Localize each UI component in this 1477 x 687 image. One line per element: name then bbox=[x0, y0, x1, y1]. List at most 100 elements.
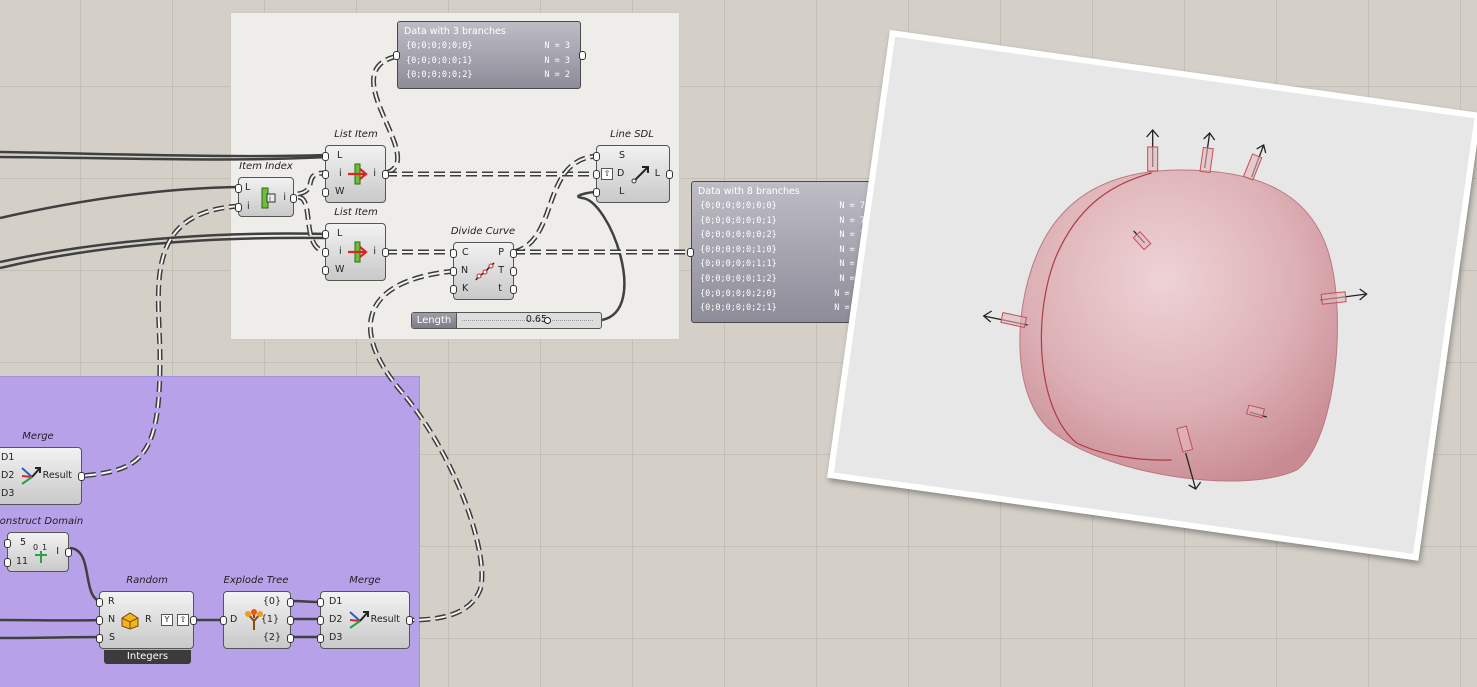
output-pin[interactable]: t bbox=[498, 284, 502, 294]
input-pin[interactable]: D3 bbox=[329, 633, 342, 643]
input-grip[interactable] bbox=[322, 266, 329, 275]
output-pin[interactable]: T bbox=[498, 266, 504, 276]
input-pin[interactable]: N bbox=[108, 615, 115, 625]
output-grip[interactable] bbox=[510, 249, 517, 258]
input-grip[interactable] bbox=[4, 558, 11, 567]
input-pin[interactable]: i bbox=[247, 202, 250, 212]
output-grip[interactable] bbox=[287, 616, 294, 625]
output-grip[interactable] bbox=[78, 472, 85, 481]
panel-input-grip[interactable] bbox=[687, 248, 694, 257]
input-pin[interactable]: 11 bbox=[16, 557, 28, 567]
input-grip[interactable] bbox=[322, 230, 329, 239]
merge-component-bottom[interactable]: D1 D2 D3 Result bbox=[320, 591, 410, 649]
input-grip[interactable] bbox=[235, 184, 242, 193]
input-pin[interactable]: W bbox=[335, 187, 344, 197]
line-sdl-component[interactable]: S D L L ⇧ bbox=[596, 145, 670, 203]
input-grip[interactable] bbox=[450, 285, 457, 294]
component-title: Divide Curve bbox=[451, 226, 515, 237]
input-pin[interactable]: S bbox=[109, 633, 115, 643]
viewport-geometry bbox=[834, 37, 1475, 554]
panel-input-grip[interactable] bbox=[393, 51, 400, 60]
input-grip[interactable] bbox=[450, 267, 457, 276]
output-grip[interactable] bbox=[666, 170, 673, 179]
random-component[interactable]: R N S R Y ⇧ bbox=[99, 591, 194, 649]
output-grip[interactable] bbox=[290, 194, 297, 203]
input-grip[interactable] bbox=[4, 539, 11, 548]
branch-path: {0;0;0;0;0;2;0} bbox=[700, 287, 777, 302]
input-grip[interactable] bbox=[593, 188, 600, 197]
input-grip[interactable] bbox=[220, 616, 227, 625]
output-grip[interactable] bbox=[406, 616, 413, 625]
slider-knob[interactable] bbox=[544, 317, 551, 324]
input-pin[interactable]: L bbox=[619, 187, 624, 197]
input-grip[interactable] bbox=[96, 616, 103, 625]
output-pin[interactable]: I bbox=[56, 547, 59, 557]
input-grip[interactable] bbox=[235, 203, 242, 212]
input-pin[interactable]: W bbox=[335, 265, 344, 275]
output-grip[interactable] bbox=[510, 267, 517, 276]
output-pin[interactable]: L bbox=[655, 169, 660, 179]
panel-data-3-branches[interactable]: Data with 3 branches {0;0;0;0;0;0}N = 3{… bbox=[397, 21, 581, 89]
input-grip[interactable] bbox=[322, 170, 329, 179]
panel-data-8-branches[interactable]: Data with 8 branches {0;0;0;0;0;0;0}N = … bbox=[691, 181, 876, 323]
input-pin[interactable]: S bbox=[619, 151, 625, 161]
divide-curve-component[interactable]: C N K P T t bbox=[453, 242, 514, 300]
input-pin[interactable]: D1 bbox=[1, 453, 14, 463]
input-pin[interactable]: L bbox=[337, 229, 342, 239]
output-pin[interactable]: {2} bbox=[263, 633, 281, 643]
input-pin[interactable]: 5 bbox=[20, 538, 26, 548]
output-grip[interactable] bbox=[382, 170, 389, 179]
panel-output-grip[interactable] bbox=[579, 51, 586, 60]
output-pin[interactable]: P bbox=[498, 248, 504, 258]
input-pin[interactable]: L bbox=[337, 151, 342, 161]
input-pin[interactable]: D bbox=[230, 615, 237, 625]
output-pin[interactable]: Result bbox=[43, 471, 72, 481]
rhino-viewport-preview[interactable] bbox=[827, 30, 1477, 561]
output-pin[interactable]: R bbox=[145, 615, 152, 625]
input-grip[interactable] bbox=[317, 598, 324, 607]
input-pin[interactable]: R bbox=[108, 597, 115, 607]
input-grip[interactable] bbox=[317, 616, 324, 625]
input-pin[interactable]: K bbox=[462, 284, 468, 294]
input-pin[interactable]: D2 bbox=[329, 615, 342, 625]
construct-domain-component[interactable]: 5 11 I 0 1 bbox=[7, 532, 69, 572]
output-grip[interactable] bbox=[190, 616, 197, 625]
input-grip[interactable] bbox=[322, 152, 329, 161]
output-pin[interactable]: {0} bbox=[263, 597, 281, 607]
input-grip[interactable] bbox=[593, 170, 600, 179]
output-pin[interactable]: i bbox=[373, 247, 376, 257]
input-pin[interactable]: N bbox=[461, 266, 468, 276]
input-grip[interactable] bbox=[593, 152, 600, 161]
input-pin[interactable]: D3 bbox=[1, 489, 14, 499]
input-grip[interactable] bbox=[322, 188, 329, 197]
output-grip[interactable] bbox=[65, 548, 72, 557]
panel-row: {0;0;0;0;0;1;2}N = 9 bbox=[692, 272, 875, 287]
input-pin[interactable]: C bbox=[462, 248, 469, 258]
merge-component-top[interactable]: D1 D2 D3 Result bbox=[0, 447, 82, 505]
list-item-component-1[interactable]: L i W i bbox=[325, 145, 386, 203]
input-pin[interactable]: D bbox=[617, 169, 624, 179]
output-grip[interactable] bbox=[510, 285, 517, 294]
input-grip[interactable] bbox=[322, 248, 329, 257]
output-pin[interactable]: i bbox=[283, 193, 286, 203]
input-pin[interactable]: D1 bbox=[329, 597, 342, 607]
input-grip[interactable] bbox=[450, 249, 457, 258]
output-grip[interactable] bbox=[287, 634, 294, 643]
input-pin[interactable]: i bbox=[339, 247, 342, 257]
input-pin[interactable]: D2 bbox=[1, 471, 14, 481]
input-grip[interactable] bbox=[317, 634, 324, 643]
explode-tree-component[interactable]: D {0} {1} {2} bbox=[223, 591, 291, 649]
output-grip[interactable] bbox=[382, 248, 389, 257]
input-pin[interactable]: L bbox=[245, 183, 250, 193]
item-index-component[interactable]: L i i i bbox=[238, 177, 294, 217]
reparameterize-flag-icon: ⇧ bbox=[601, 168, 613, 180]
length-slider[interactable]: Length 0.65 bbox=[411, 312, 602, 329]
output-pin[interactable]: i bbox=[373, 169, 376, 179]
input-grip[interactable] bbox=[96, 634, 103, 643]
output-pin[interactable]: Result bbox=[371, 615, 400, 625]
list-item-component-2[interactable]: L i W i bbox=[325, 223, 386, 281]
output-grip[interactable] bbox=[287, 598, 294, 607]
input-grip[interactable] bbox=[96, 598, 103, 607]
input-pin[interactable]: i bbox=[339, 169, 342, 179]
panel-row: {0;0;0;0;0;1;0}N = 9 bbox=[692, 243, 875, 258]
